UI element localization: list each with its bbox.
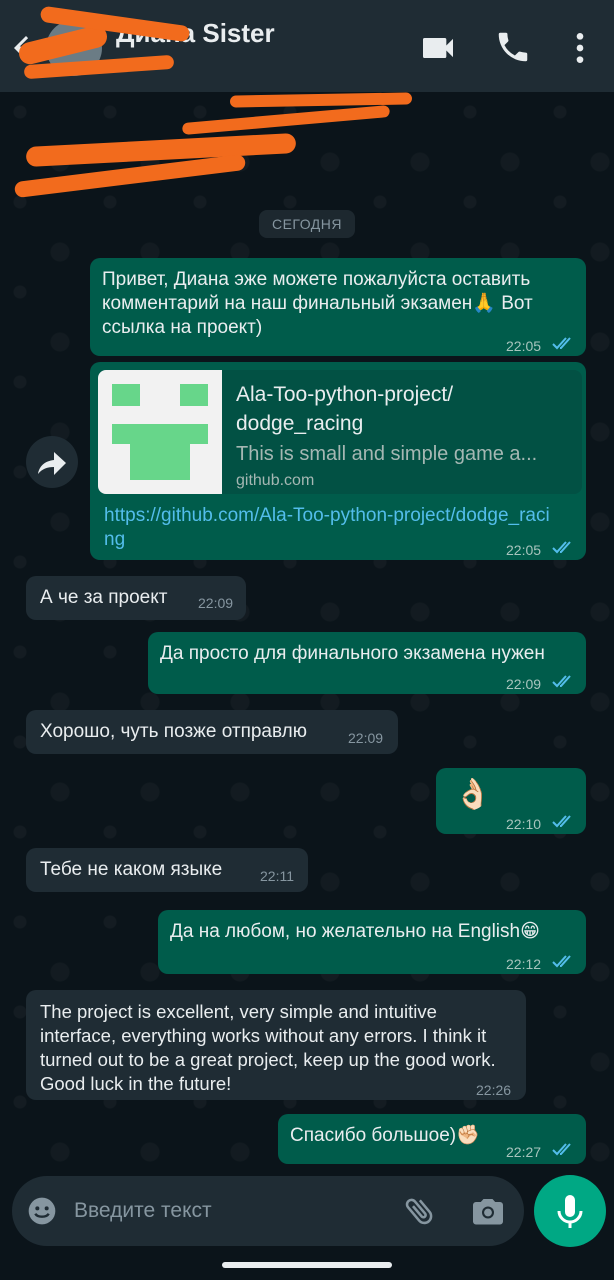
message-bubble[interactable]: А че за проект 22:09 — [26, 576, 246, 620]
link-url[interactable]: https://github.com/Ala-Too-python-projec… — [104, 504, 554, 552]
message-time: 22:11 — [260, 868, 294, 884]
more-vert-icon[interactable] — [560, 28, 600, 68]
message-time: 22:05 — [506, 338, 542, 354]
message-text: Да просто для финального экзамена нужен — [160, 643, 545, 664]
message-bubble[interactable]: The project is excellent, very simple an… — [26, 990, 526, 1100]
message-text: 👌🏻 — [454, 777, 492, 812]
message-time: 22:09 — [198, 595, 234, 611]
date-chip: СЕГОДНЯ — [259, 210, 355, 238]
message-composer — [12, 1176, 524, 1246]
chat-area[interactable]: СЕГОДНЯ Привет, Диана эже можете пожалуй… — [0, 92, 614, 1180]
message-time: 22:27 — [506, 1144, 542, 1160]
video-call-icon[interactable] — [418, 28, 458, 68]
read-ticks-icon — [552, 675, 571, 688]
message-time: 22:10 — [506, 816, 542, 832]
emoji-icon[interactable] — [26, 1195, 58, 1227]
message-time: 22:26 — [476, 1082, 512, 1098]
forward-button[interactable] — [26, 436, 78, 488]
message-bubble[interactable]: Да на любом, но желательно на English😁 2… — [158, 910, 586, 974]
message-time: 22:09 — [506, 676, 542, 692]
message-input[interactable] — [74, 1194, 384, 1228]
message-bubble[interactable]: Спасибо большое)✊🏻 22:27 — [278, 1114, 586, 1164]
message-bubble[interactable]: 👌🏻 22:10 — [436, 768, 586, 834]
message-text: А че за проект — [40, 587, 168, 608]
link-description: This is small and simple game a... — [236, 443, 538, 465]
read-ticks-icon — [552, 815, 571, 828]
message-bubble[interactable]: Да просто для финального экзамена нужен … — [148, 632, 586, 694]
phone-icon[interactable] — [494, 28, 534, 68]
message-text: Хорошо, чуть позже отправлю — [40, 721, 307, 742]
link-domain: github.com — [236, 472, 315, 489]
mic-button[interactable] — [534, 1175, 606, 1247]
redaction-mark — [25, 132, 297, 168]
message-text: Привет, Диана эже можете пожалуйста оста… — [102, 269, 533, 338]
link-thumbnail — [98, 370, 222, 494]
message-text: Тебе не каком языке — [40, 859, 223, 880]
message-text: The project is excellent, very simple an… — [40, 1001, 496, 1094]
read-ticks-icon — [552, 541, 571, 554]
message-text: Да на любом, но желательно на English😁 — [170, 921, 540, 942]
message-time: 22:05 — [506, 542, 542, 558]
message-bubble[interactable]: Привет, Диана эже можете пожалуйста оста… — [90, 258, 586, 356]
message-bubble[interactable]: Тебе не каком языке 22:11 — [26, 848, 308, 892]
message-bubble[interactable]: Хорошо, чуть позже отправлю 22:09 — [26, 710, 398, 754]
read-ticks-icon — [552, 1143, 571, 1156]
mic-icon — [557, 1195, 583, 1228]
redaction-mark — [181, 104, 391, 136]
link-preview-card[interactable]: Ala-Too-python-project/ dodge_racing Thi… — [98, 370, 582, 494]
message-time: 22:09 — [348, 730, 384, 746]
forward-icon — [38, 452, 66, 475]
message-text: Спасибо большое)✊🏻 — [290, 1125, 480, 1146]
link-title: Ala-Too-python-project/ dodge_racing — [236, 383, 454, 435]
chat-header: Диана Sister — [0, 0, 614, 92]
attach-icon[interactable] — [402, 1193, 438, 1229]
home-indicator[interactable] — [222, 1262, 392, 1268]
read-ticks-icon — [552, 337, 571, 350]
camera-icon[interactable] — [470, 1193, 506, 1229]
message-time: 22:12 — [506, 956, 542, 972]
link-message-bubble[interactable]: Ala-Too-python-project/ dodge_racing Thi… — [90, 362, 586, 560]
read-ticks-icon — [552, 955, 571, 968]
